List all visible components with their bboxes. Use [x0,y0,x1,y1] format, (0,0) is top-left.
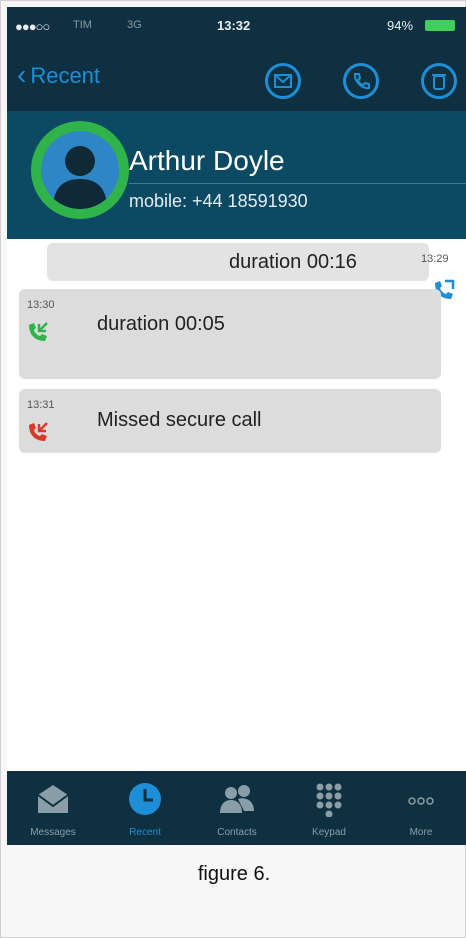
tab-label: Contacts [217,827,257,838]
trash-icon [432,74,446,90]
call-log-item[interactable]: 13:31 Missed secure call [19,389,441,453]
delete-button[interactable] [421,63,457,99]
clock-icon [129,783,161,815]
tab-label: Keypad [312,827,346,838]
back-label: Recent [30,63,101,88]
tab-keypad[interactable]: Keypad [283,771,375,845]
call-log-item[interactable]: 13:30 duration 00:05 [19,289,441,379]
header-divider [129,183,466,184]
status-bar: ●●●○○ TIM 3G 13:32 94% [7,7,466,45]
call-time: 13:29 [421,253,449,265]
tab-messages[interactable]: Messages [7,771,99,845]
call-time: 13:30 [27,299,55,311]
missed-call-icon [29,422,48,441]
tab-recent[interactable]: Recent [99,771,191,845]
phone-screen: ●●●○○ TIM 3G 13:32 94% ‹ Recent Arthur D… [7,7,466,845]
keypad-icon [316,783,342,817]
tab-label: Messages [30,827,76,838]
call-duration: duration 00:05 [97,313,225,335]
carrier-name: TIM [73,19,92,31]
back-button[interactable]: ‹ Recent [17,59,101,90]
tab-label: Recent [129,827,161,838]
network-type: 3G [127,19,142,31]
tab-bar: Messages Recent Contacts Keypad More [7,771,466,845]
envelope-icon [274,74,292,88]
tab-more[interactable]: More [375,771,466,845]
phone-icon [353,73,370,90]
battery-percent: 94% [387,18,414,33]
tab-label: More [409,827,433,838]
contact-name: Arthur Doyle [129,145,285,176]
envelope-icon [37,785,69,813]
tab-contacts[interactable]: Contacts [191,771,283,845]
call-duration: duration 00:16 [229,251,357,273]
chevron-left-icon: ‹ [17,59,27,90]
figure-frame: ●●●○○ TIM 3G 13:32 94% ‹ Recent Arthur D… [0,0,466,938]
contact-header: Arthur Doyle mobile: +44 18591930 [7,111,466,239]
message-button[interactable] [265,63,301,99]
incoming-call-icon [29,322,48,341]
contacts-icon [220,785,254,813]
call-duration: Missed secure call [97,409,262,431]
call-button[interactable] [343,63,379,99]
avatar-status-ring [31,121,129,219]
more-icon [408,797,434,805]
battery-icon [425,20,455,31]
figure-caption: figure 6. [197,863,271,885]
person-silhouette-icon [53,146,107,209]
call-log-item[interactable]: duration 00:16 [47,243,429,281]
status-time: 13:32 [217,18,251,33]
top-bar: ●●●○○ TIM 3G 13:32 94% ‹ Recent [7,7,466,111]
signal-strength: ●●●○○ [15,19,50,34]
avatar [41,131,119,209]
call-time: 13:31 [27,399,55,411]
contact-phone: mobile: +44 18591930 [129,191,308,211]
